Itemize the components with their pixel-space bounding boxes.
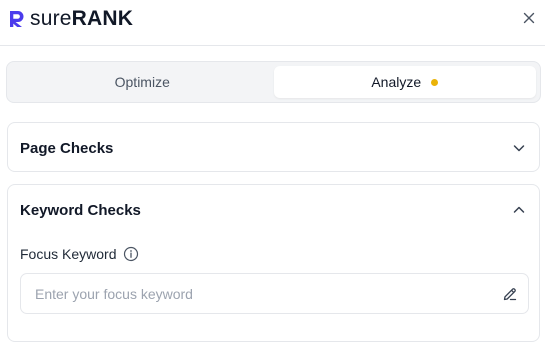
analyze-status-dot bbox=[431, 78, 439, 86]
page-checks-title: Page Checks bbox=[20, 139, 114, 157]
logo-text-sure: sure bbox=[30, 7, 72, 30]
page-checks-panel: Page Checks bbox=[7, 122, 540, 172]
focus-keyword-field bbox=[20, 273, 529, 314]
pencil-icon[interactable] bbox=[502, 286, 518, 302]
close-icon bbox=[523, 12, 535, 24]
focus-keyword-label: Focus Keyword bbox=[20, 246, 117, 262]
chevron-up-icon bbox=[513, 206, 525, 213]
keyword-checks-title: Keyword Checks bbox=[20, 201, 141, 219]
focus-keyword-label-row: Focus Keyword bbox=[20, 246, 139, 262]
focus-keyword-input[interactable] bbox=[35, 285, 502, 302]
tab-optimize[interactable]: Optimize bbox=[11, 66, 274, 98]
chevron-down-icon bbox=[513, 145, 525, 152]
panel-header: sure RANK bbox=[0, 0, 545, 46]
logo-text-rank: RANK bbox=[71, 7, 134, 30]
close-button[interactable] bbox=[519, 8, 539, 28]
surerank-logo: sure RANK bbox=[7, 8, 133, 30]
tab-analyze-label: Analyze bbox=[371, 74, 422, 90]
page-checks-toggle[interactable]: Page Checks bbox=[8, 123, 539, 173]
keyword-checks-toggle[interactable]: Keyword Checks bbox=[8, 185, 539, 235]
tab-optimize-label: Optimize bbox=[114, 74, 170, 90]
tab-analyze[interactable]: Analyze bbox=[273, 66, 536, 98]
surerank-logo-mark-icon bbox=[10, 11, 24, 27]
keyword-checks-panel: Keyword Checks Focus Keyword bbox=[7, 184, 540, 342]
info-icon[interactable] bbox=[123, 246, 139, 262]
mode-tabs: Optimize Analyze bbox=[6, 61, 541, 103]
